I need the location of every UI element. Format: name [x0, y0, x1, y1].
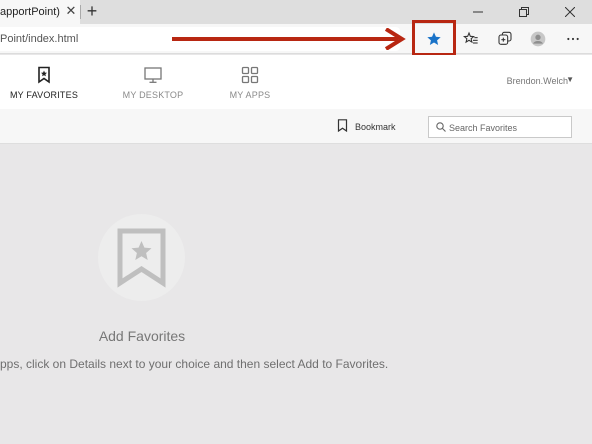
tab-my-desktop[interactable]: MY DESKTOP	[113, 55, 193, 109]
bookmark-label: Bookmark	[355, 122, 396, 132]
new-tab-icon[interactable]: +	[84, 2, 100, 20]
user-menu[interactable]: Brendon.Welch	[507, 76, 568, 86]
tab-close-icon[interactable]: ✕	[64, 4, 78, 18]
more-icon	[567, 37, 579, 41]
tab-my-apps-label: MY APPS	[229, 90, 271, 100]
tab-my-desktop-label: MY DESKTOP	[122, 90, 184, 100]
favorites-list-icon	[463, 31, 478, 44]
collections-icon	[498, 31, 512, 45]
chevron-down-icon[interactable]: ▼	[566, 75, 574, 84]
minimize-button[interactable]	[454, 0, 500, 24]
restore-button[interactable]	[500, 0, 546, 24]
apps-grid-icon	[241, 66, 259, 84]
collections-button[interactable]	[494, 28, 516, 50]
annotation-arrow	[172, 28, 406, 50]
address-text: Point/index.html	[0, 33, 79, 45]
tab-my-favorites-label: MY FAVORITES	[9, 90, 79, 100]
browser-tab-title: apportPoint)	[0, 6, 60, 18]
minimize-icon	[473, 11, 483, 13]
browser-tab-strip: apportPoint) ✕ +	[0, 0, 592, 24]
close-window-button[interactable]	[546, 0, 592, 24]
monitor-icon	[144, 67, 162, 83]
empty-state-illustration	[98, 214, 185, 301]
search-input[interactable]	[449, 120, 567, 135]
browser-tab[interactable]: apportPoint) ✕	[0, 0, 80, 24]
search-box[interactable]	[428, 116, 572, 138]
more-button[interactable]	[562, 28, 584, 50]
close-icon	[565, 7, 575, 17]
favorites-toolbar: Bookmark	[0, 109, 592, 144]
bookmark-star-icon	[117, 228, 166, 288]
profile-button[interactable]	[527, 28, 549, 50]
profile-avatar-icon	[530, 31, 546, 47]
page: apportPoint) ✕ + Point/index.html MY FAV…	[0, 0, 592, 444]
tab-my-favorites[interactable]: MY FAVORITES	[0, 55, 88, 109]
favorites-button[interactable]	[460, 28, 482, 50]
app-nav: MY FAVORITES MY DESKTOP MY APPS Brendon.…	[0, 55, 592, 109]
tab-my-apps[interactable]: MY APPS	[220, 55, 280, 109]
bookmark-star-icon	[38, 66, 50, 84]
empty-state-title: Add Favorites	[98, 328, 186, 344]
bookmark-icon	[337, 119, 348, 132]
tab-divider	[80, 5, 81, 19]
search-icon	[436, 122, 446, 132]
empty-state-description-text: Apps, click on Details next to your choi…	[0, 357, 389, 371]
highlight-box	[412, 20, 456, 56]
empty-state-description: Apps, click on Details next to your choi…	[0, 357, 396, 371]
restore-icon	[519, 7, 529, 17]
